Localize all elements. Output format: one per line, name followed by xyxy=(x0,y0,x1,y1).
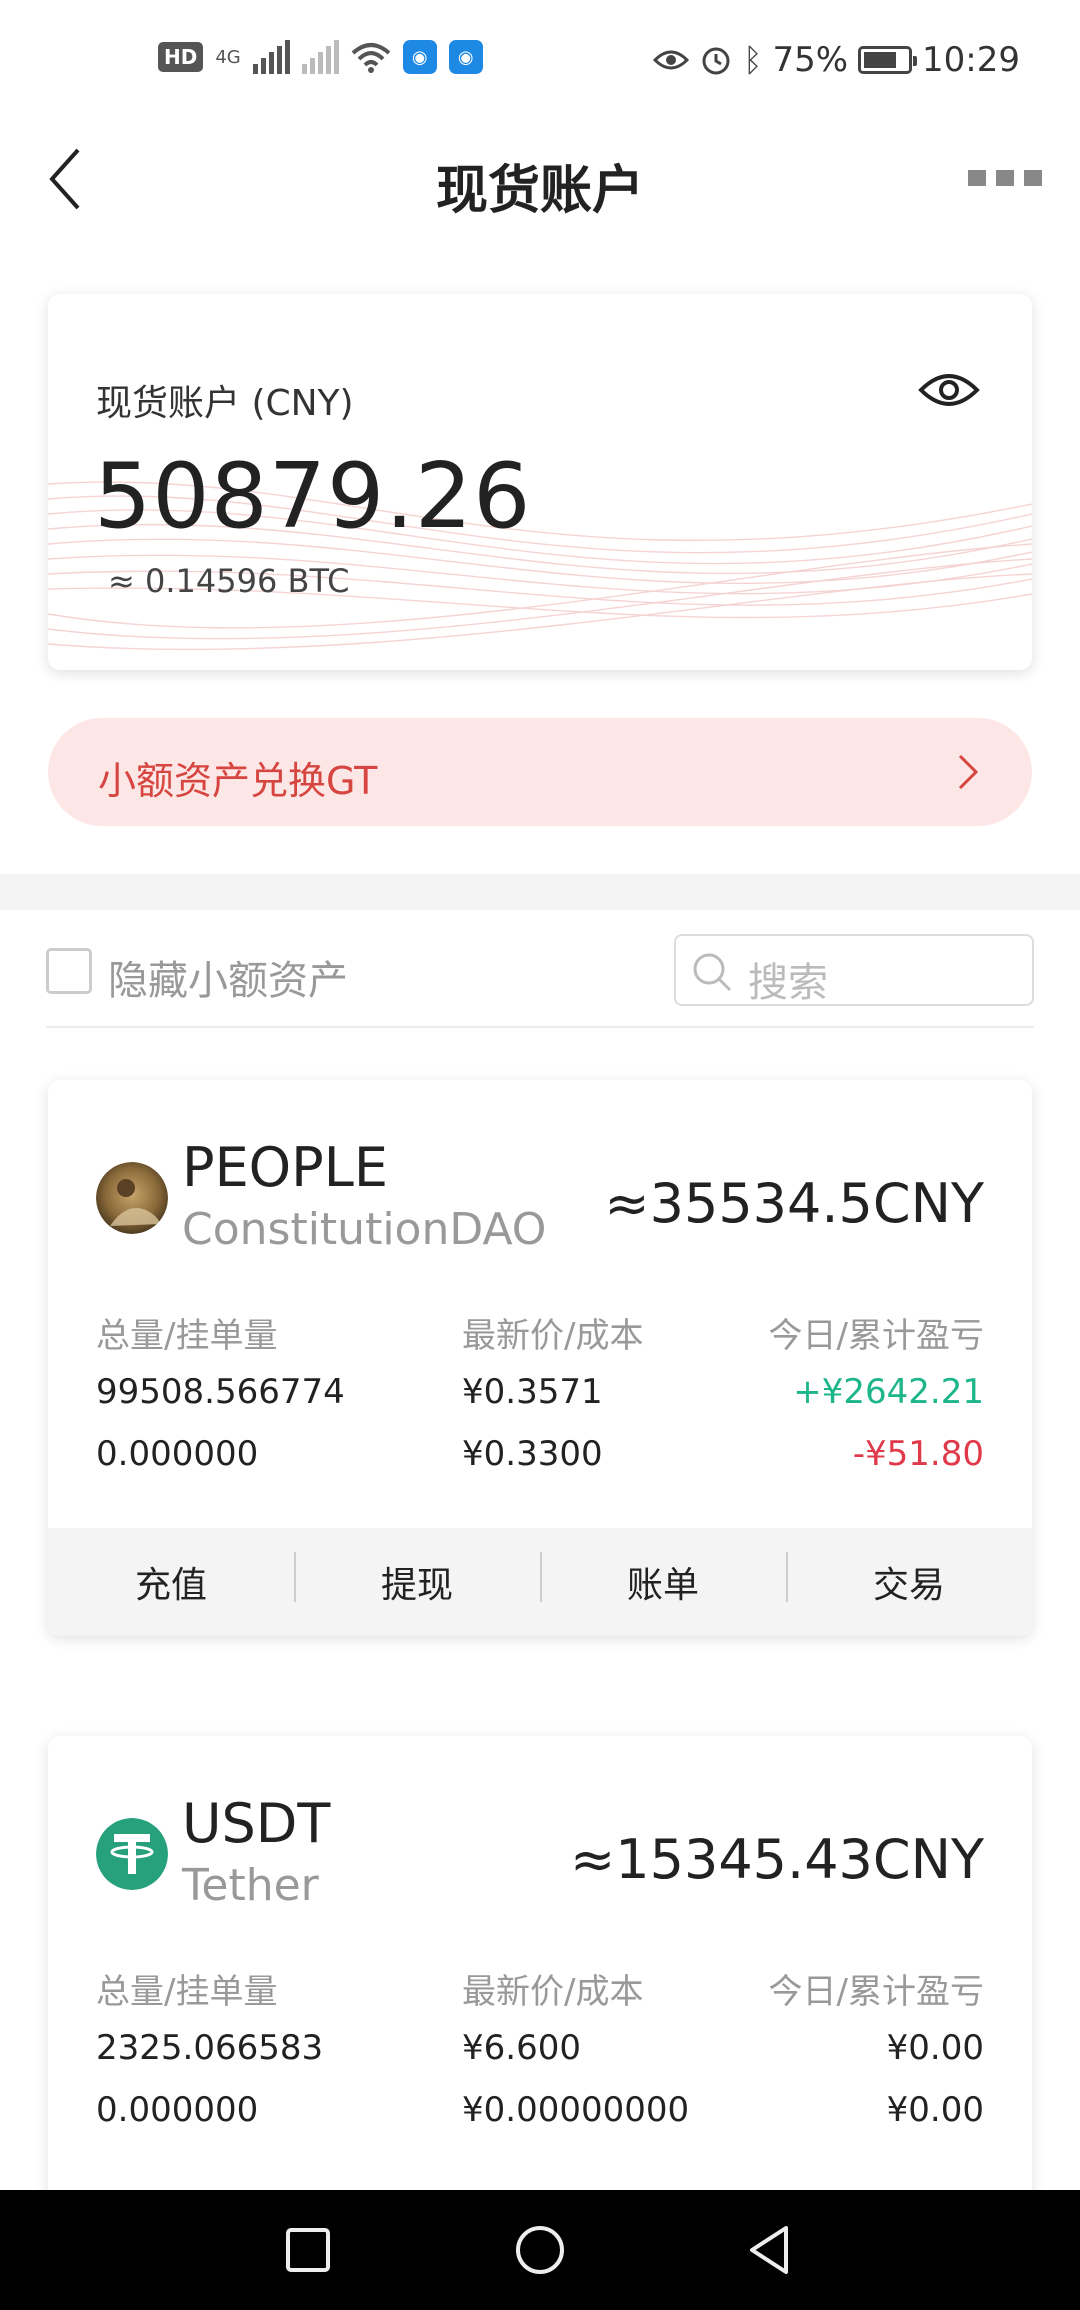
home-circle-icon[interactable] xyxy=(510,2220,570,2280)
back-triangle-icon[interactable] xyxy=(740,2220,800,2280)
deposit-button[interactable]: 充值 xyxy=(48,1556,294,1608)
status-left-icons: HD 4G ◉ ◉ xyxy=(158,40,483,74)
col-price-header: 最新价/成本 xyxy=(462,1316,644,1356)
asset-pnl-today: +¥2642.21 xyxy=(793,1372,984,1412)
asset-latest-price: ¥0.3571 xyxy=(462,1372,603,1412)
chevron-right-icon xyxy=(958,754,979,790)
asset-open-orders: 0.000000 xyxy=(96,1434,259,1474)
battery-percent: 75% xyxy=(772,40,849,80)
asset-total: 99508.566774 xyxy=(96,1372,345,1412)
filter-divider xyxy=(46,1026,1034,1028)
search-icon xyxy=(693,953,732,992)
hotspot-icon: ◉ xyxy=(448,40,483,74)
col-holdings-header: 总量/挂单量 xyxy=(96,1316,278,1356)
asset-card-people[interactable]: PEOPLE ConstitutionDAO ≈35534.5CNY 总量/挂单… xyxy=(48,1080,1032,1636)
col-price-header: 最新价/成本 xyxy=(462,1972,644,2012)
section-divider xyxy=(0,874,1080,910)
bill-button[interactable]: 账单 xyxy=(540,1552,786,1608)
page-title: 现货账户 xyxy=(435,161,644,221)
network-type: 4G xyxy=(215,46,241,68)
tether-token-icon xyxy=(96,1818,168,1890)
battery-icon xyxy=(858,46,918,74)
search-placeholder: 搜索 xyxy=(748,960,828,1006)
btc-equivalent: ≈ 0.14596 BTC xyxy=(108,562,350,600)
signal-icon xyxy=(252,40,290,74)
asset-card-usdt[interactable]: USDT Tether ≈15345.43CNY 总量/挂单量 最新价/成本 今… xyxy=(48,1736,1032,2216)
asset-name: Tether xyxy=(182,1860,319,1911)
people-token-icon xyxy=(96,1162,168,1234)
asset-symbol: USDT xyxy=(182,1792,331,1855)
asset-value: ≈15345.43CNY xyxy=(570,1828,984,1891)
asset-cost: ¥0.3300 xyxy=(462,1434,603,1474)
recents-square-icon[interactable] xyxy=(278,2220,338,2280)
small-asset-convert-banner[interactable]: 小额资产兑换GT xyxy=(48,718,1032,826)
signal-no-service-icon xyxy=(301,40,339,74)
system-nav-bar xyxy=(0,2190,1080,2310)
asset-actions-bar: 充值 提现 账单 交易 xyxy=(48,1528,1032,1636)
hide-small-assets-label: 隐藏小额资产 xyxy=(108,958,348,1004)
asset-pnl-total: ¥0.00 xyxy=(886,2090,984,2130)
account-label: 现货账户 (CNY) xyxy=(96,383,354,424)
status-right-icons: ᛒ 75% 10:29 xyxy=(653,40,1020,80)
col-holdings-header: 总量/挂单量 xyxy=(96,1972,278,2012)
withdraw-button[interactable]: 提现 xyxy=(294,1552,540,1608)
wifi-icon xyxy=(351,43,391,73)
app-header: 现货账户 xyxy=(0,120,1080,240)
asset-open-orders: 0.000000 xyxy=(96,2090,259,2130)
hd-voice-icon: HD xyxy=(158,42,204,72)
col-pnl-header: 今日/累计盈亏 xyxy=(768,1972,984,2012)
alarm-icon xyxy=(702,47,730,75)
account-balance: 50879.26 xyxy=(94,444,532,549)
asset-latest-price: ¥6.600 xyxy=(462,2028,581,2068)
asset-name: ConstitutionDAO xyxy=(182,1204,547,1255)
asset-pnl-total: -¥51.80 xyxy=(852,1434,984,1474)
search-input[interactable]: 搜索 xyxy=(674,934,1034,1006)
asset-cost: ¥0.00000000 xyxy=(462,2090,690,2130)
eye-comfort-icon xyxy=(653,50,690,70)
hotspot-icon: ◉ xyxy=(402,40,437,74)
asset-total: 2325.066583 xyxy=(96,2028,324,2068)
trade-button[interactable]: 交易 xyxy=(786,1552,1032,1608)
eye-icon[interactable] xyxy=(918,368,980,412)
bluetooth-icon: ᛒ xyxy=(743,41,763,79)
convert-label: 小额资产兑换GT xyxy=(98,759,378,803)
asset-pnl-today: ¥0.00 xyxy=(886,2028,984,2068)
battery-level xyxy=(864,52,896,68)
status-bar: HD 4G ◉ ◉ ᛒ 75% 10:29 xyxy=(0,0,1080,120)
clock: 10:29 xyxy=(922,40,1020,80)
asset-value: ≈35534.5CNY xyxy=(604,1172,984,1235)
asset-symbol: PEOPLE xyxy=(182,1136,388,1199)
account-summary-card: 现货账户 (CNY) 50879.26 ≈ 0.14596 BTC xyxy=(48,294,1032,670)
more-dots-icon[interactable] xyxy=(968,170,1042,186)
col-pnl-header: 今日/累计盈亏 xyxy=(768,1316,984,1356)
hide-small-assets-checkbox[interactable] xyxy=(46,948,92,994)
